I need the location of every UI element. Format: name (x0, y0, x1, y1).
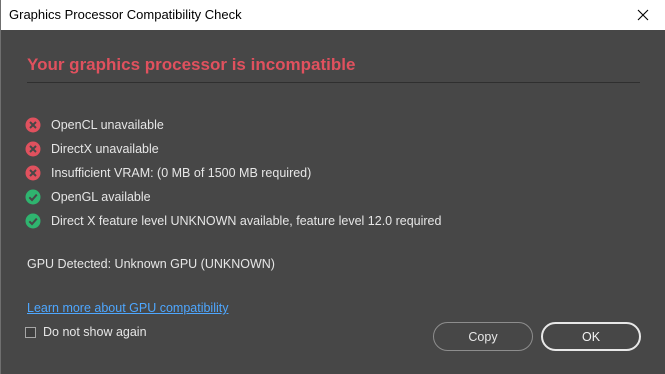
check-icon (25, 189, 41, 205)
dialog-content: Your graphics processor is incompatible … (1, 30, 665, 374)
check-icon (25, 213, 41, 229)
do-not-show-again-label: Do not show again (43, 325, 147, 339)
check-label: OpenGL available (51, 190, 151, 204)
check-item-directx: DirectX unavailable (25, 140, 625, 158)
do-not-show-again-checkbox[interactable] (25, 326, 36, 338)
check-item-opengl: OpenGL available (25, 188, 625, 206)
gpu-detected-text: GPU Detected: Unknown GPU (UNKNOWN) (27, 257, 275, 271)
ok-button[interactable]: OK (541, 322, 641, 351)
do-not-show-again-option[interactable]: Do not show again (25, 325, 147, 339)
check-item-vram: Insufficient VRAM: (0 MB of 1500 MB requ… (25, 164, 625, 182)
compatibility-dialog: Graphics Processor Compatibility Check Y… (0, 0, 665, 374)
check-label: OpenCL unavailable (51, 118, 164, 132)
incompatible-heading: Your graphics processor is incompatible (27, 55, 356, 74)
copy-button[interactable]: Copy (433, 322, 533, 351)
close-icon (637, 9, 649, 21)
learn-more-link[interactable]: Learn more about GPU compatibility (27, 301, 228, 315)
error-icon (25, 165, 41, 181)
check-label: Insufficient VRAM: (0 MB of 1500 MB requ… (51, 166, 312, 180)
error-icon (25, 117, 41, 133)
error-icon (25, 141, 41, 157)
check-label: DirectX unavailable (51, 142, 159, 156)
check-label: Direct X feature level UNKNOWN available… (51, 214, 442, 228)
check-item-feature-level: Direct X feature level UNKNOWN available… (25, 212, 625, 230)
check-item-opencl: OpenCL unavailable (25, 116, 625, 134)
heading-divider (27, 82, 640, 83)
close-button[interactable] (620, 0, 665, 30)
window-title: Graphics Processor Compatibility Check (9, 7, 242, 22)
title-bar: Graphics Processor Compatibility Check (1, 0, 665, 30)
